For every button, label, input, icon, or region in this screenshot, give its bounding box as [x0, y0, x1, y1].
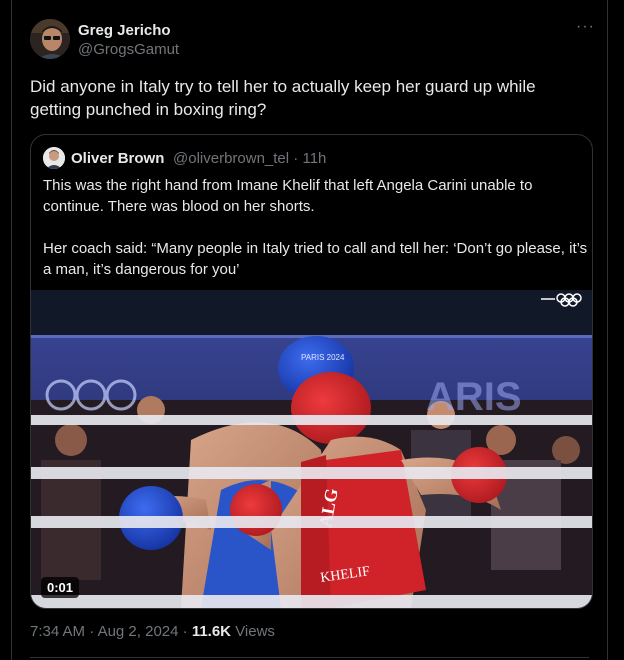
avatar-image — [30, 19, 70, 59]
tweet: Greg Jericho @GrogsGamut ··· Did anyone … — [11, 0, 608, 660]
quoted-avatar-image — [43, 147, 65, 169]
quoted-paragraph: This was the right hand from Imane Kheli… — [43, 177, 533, 215]
quoted-author-name[interactable]: Oliver Brown — [71, 150, 164, 167]
author-handle[interactable]: @GrogsGamut — [78, 41, 179, 58]
views-count[interactable]: 11.6K — [192, 623, 231, 640]
video-player[interactable]: ARIS PARIS 2024 ALG KHELIF 0:01 — [31, 290, 592, 608]
author-name[interactable]: Greg Jericho — [78, 22, 171, 39]
quoted-age[interactable]: 11h — [302, 150, 326, 167]
post-time[interactable]: 7:34 AM — [30, 623, 85, 640]
views-label: Views — [235, 623, 275, 640]
quoted-author-handle[interactable]: @oliverbrown_tel — [173, 150, 289, 167]
avatar[interactable] — [30, 19, 70, 59]
video-frame: ARIS PARIS 2024 ALG KHELIF — [31, 290, 592, 608]
meta-separator: · — [293, 150, 299, 167]
more-dots-icon[interactable]: ··· — [576, 18, 595, 36]
quoted-text: This was the right hand from Imane Kheli… — [43, 175, 588, 301]
headgear-text: PARIS 2024 — [301, 353, 345, 362]
banner-text: ARIS — [426, 375, 522, 419]
post-text: Did anyone in Italy try to tell her to a… — [30, 77, 536, 119]
post-date[interactable]: Aug 2, 2024 — [98, 623, 179, 640]
quoted-avatar[interactable] — [43, 147, 65, 169]
quoted-post[interactable]: Oliver Brown @oliverbrown_tel · 11h This… — [30, 134, 593, 609]
footer-separator: · — [89, 623, 95, 640]
divider — [30, 657, 589, 658]
footer-separator: · — [182, 623, 188, 640]
quoted-paragraph: Her coach said: “Many people in Italy tr… — [43, 240, 588, 278]
quoted-meta: @oliverbrown_tel · 11h — [173, 150, 326, 167]
post-footer: 7:34 AM · Aug 2, 2024 · 11.6K Views — [30, 623, 275, 640]
video-timestamp: 0:01 — [41, 577, 80, 598]
